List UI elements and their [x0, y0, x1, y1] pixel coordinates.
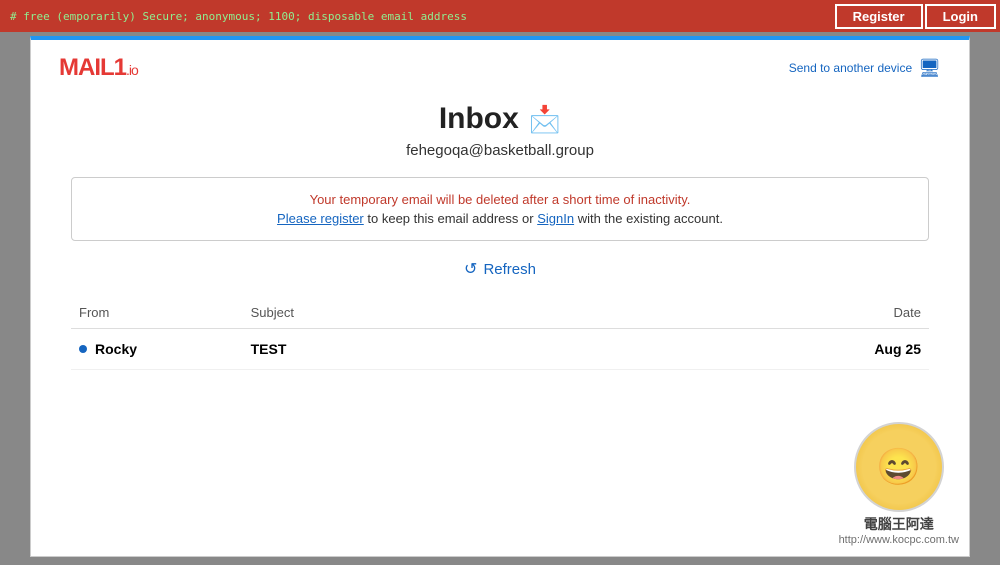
browser-window: MAIL1.io Send to another device 🖥 Inbox … — [30, 36, 970, 557]
url-bar: # free (emporarily) Secure; anonymous; 1… — [10, 10, 467, 23]
send-to-device-link[interactable]: Send to another device 🖥 — [789, 58, 941, 79]
watermark-url: http://www.kocpc.com.tw — [839, 534, 959, 546]
inbox-table: From Subject Date Rocky TEST Aug 25 — [71, 301, 929, 370]
refresh-button[interactable]: ↺ Refresh — [464, 259, 536, 279]
current-email: fehegoqa@basketball.group — [71, 142, 929, 159]
subject-cell: TEST — [243, 329, 801, 370]
table-row[interactable]: Rocky TEST Aug 25 — [71, 329, 929, 370]
send-to-device-label: Send to another device — [789, 61, 912, 75]
date-cell: Aug 25 — [800, 329, 929, 370]
signin-link[interactable]: SignIn — [537, 211, 574, 226]
from-name: Rocky — [95, 341, 137, 357]
notice-box: Your temporary email will be deleted aft… — [71, 177, 929, 241]
col-subject: Subject — [243, 301, 801, 329]
login-button[interactable]: Login — [925, 4, 996, 29]
refresh-icon: ↺ — [464, 259, 477, 279]
watermark-title: 電腦王阿達 — [839, 514, 959, 534]
notice-middle: to keep this email address or — [367, 211, 537, 226]
notice-info: Please register to keep this email addre… — [92, 211, 908, 226]
site-logo: MAIL1.io — [59, 54, 138, 82]
notice-warning: Your temporary email will be deleted aft… — [92, 192, 908, 207]
top-bar: # free (emporarily) Secure; anonymous; 1… — [0, 0, 1000, 32]
site-header: MAIL1.io Send to another device 🖥 — [31, 40, 969, 92]
inbox-icon: 📩 — [529, 104, 561, 135]
notice-suffix: with the existing account. — [578, 211, 723, 226]
watermark: 😄 電腦王阿達 http://www.kocpc.com.tw — [839, 422, 959, 546]
refresh-area: ↺ Refresh — [71, 259, 929, 279]
col-date: Date — [800, 301, 929, 329]
from-cell: Rocky — [71, 329, 243, 370]
register-button[interactable]: Register — [835, 4, 923, 29]
refresh-label: Refresh — [483, 261, 536, 278]
logo-1: 1 — [114, 54, 126, 81]
col-from: From — [71, 301, 243, 329]
logo-mail: MAIL1 — [59, 54, 126, 81]
unread-dot — [79, 345, 87, 353]
device-icon: 🖥 — [918, 58, 941, 79]
inbox-title: Inbox 📩 — [71, 102, 929, 136]
logo-suffix: .io — [126, 62, 138, 78]
inbox-label: Inbox — [439, 102, 519, 136]
table-header-row: From Subject Date — [71, 301, 929, 329]
watermark-face: 😄 — [854, 422, 944, 512]
register-link[interactable]: Please register — [277, 211, 364, 226]
main-content: Inbox 📩 fehegoqa@basketball.group Your t… — [31, 92, 969, 390]
watermark-emoji: 😄 — [876, 446, 921, 488]
subject-text: TEST — [251, 341, 287, 357]
